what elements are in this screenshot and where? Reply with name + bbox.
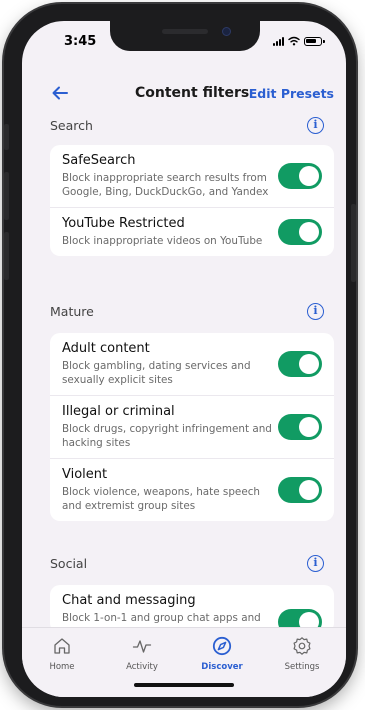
tab-label: Home (49, 662, 75, 672)
screen: 3:45 Content filters Edit Presets Search… (22, 21, 346, 697)
compass-icon (212, 636, 232, 656)
illegal-or-criminal-toggle[interactable] (278, 414, 322, 440)
filter-description: Block gambling, dating services and sexu… (62, 360, 251, 386)
gear-icon (293, 637, 311, 655)
filter-row-safesearch: SafeSearch Block inappropriate search re… (50, 145, 334, 208)
volume-down-button (4, 232, 9, 280)
power-button (351, 204, 356, 282)
tab-settings[interactable]: Settings (270, 636, 334, 672)
section-title: Search (50, 118, 93, 133)
filter-description: Block inappropriate search results from … (62, 172, 269, 198)
wifi-icon (288, 36, 300, 46)
card-social: Chat and messaging Block 1-on-1 and grou… (50, 585, 334, 633)
filter-title: Adult content (62, 341, 150, 356)
filter-row-chat-and-messaging: Chat and messaging Block 1-on-1 and grou… (50, 585, 334, 633)
safesearch-toggle[interactable] (278, 163, 322, 189)
notch (110, 21, 260, 51)
phone-frame: 3:45 Content filters Edit Presets Search… (4, 4, 356, 706)
section-header-social: Social i (22, 553, 346, 577)
filter-title: YouTube Restricted (62, 216, 185, 231)
status-time: 3:45 (64, 34, 97, 49)
camera-icon (222, 27, 231, 36)
card-search: SafeSearch Block inappropriate search re… (50, 145, 334, 256)
info-icon[interactable]: i (307, 555, 324, 572)
filter-row-illegal-or-criminal: Illegal or criminal Block drugs, copyrig… (50, 396, 334, 459)
tab-label: Activity (126, 662, 158, 672)
filter-description: Block inappropriate videos on YouTube (62, 235, 263, 247)
status-icons (273, 36, 325, 46)
activity-icon (132, 640, 152, 653)
tab-discover[interactable]: Discover (190, 636, 254, 672)
youtube-restricted-toggle[interactable] (278, 219, 322, 245)
filter-row-adult-content: Adult content Block gambling, dating ser… (50, 333, 334, 396)
section-title: Social (50, 556, 88, 571)
mute-switch (4, 124, 9, 150)
edit-presets-button[interactable]: Edit Presets (249, 86, 334, 101)
section-title: Mature (50, 304, 94, 319)
volume-up-button (4, 172, 9, 220)
filter-title: SafeSearch (62, 153, 136, 168)
tab-activity[interactable]: Activity (110, 636, 174, 672)
filter-row-violent: Violent Block violence, weapons, hate sp… (50, 459, 334, 521)
adult-content-toggle[interactable] (278, 351, 322, 377)
filter-row-youtube-restricted: YouTube Restricted Block inappropriate v… (50, 208, 334, 256)
filter-title: Illegal or criminal (62, 404, 175, 419)
card-mature: Adult content Block gambling, dating ser… (50, 333, 334, 521)
section-header-mature: Mature i (22, 301, 346, 325)
speaker-grille (162, 29, 208, 34)
tab-label: Settings (284, 662, 320, 672)
nav-header: Content filters Edit Presets (22, 79, 346, 109)
home-indicator (134, 683, 234, 687)
page-title: Content filters (135, 85, 250, 101)
back-arrow-icon[interactable] (50, 83, 70, 103)
battery-icon (304, 37, 325, 46)
tab-label: Discover (201, 662, 243, 672)
filter-description: Block violence, weapons, hate speech and… (62, 486, 261, 512)
filter-title: Chat and messaging (62, 593, 196, 608)
info-icon[interactable]: i (307, 303, 324, 320)
section-header-search: Search i (22, 115, 346, 139)
info-icon[interactable]: i (307, 117, 324, 134)
violent-toggle[interactable] (278, 477, 322, 503)
filter-title: Violent (62, 467, 108, 482)
filter-description: Block drugs, copyright infringement and … (62, 423, 272, 449)
filter-description: Block 1-on-1 and group chat apps and (62, 612, 261, 624)
home-icon (54, 638, 70, 654)
tab-home[interactable]: Home (30, 636, 94, 672)
signal-icon (273, 37, 284, 46)
